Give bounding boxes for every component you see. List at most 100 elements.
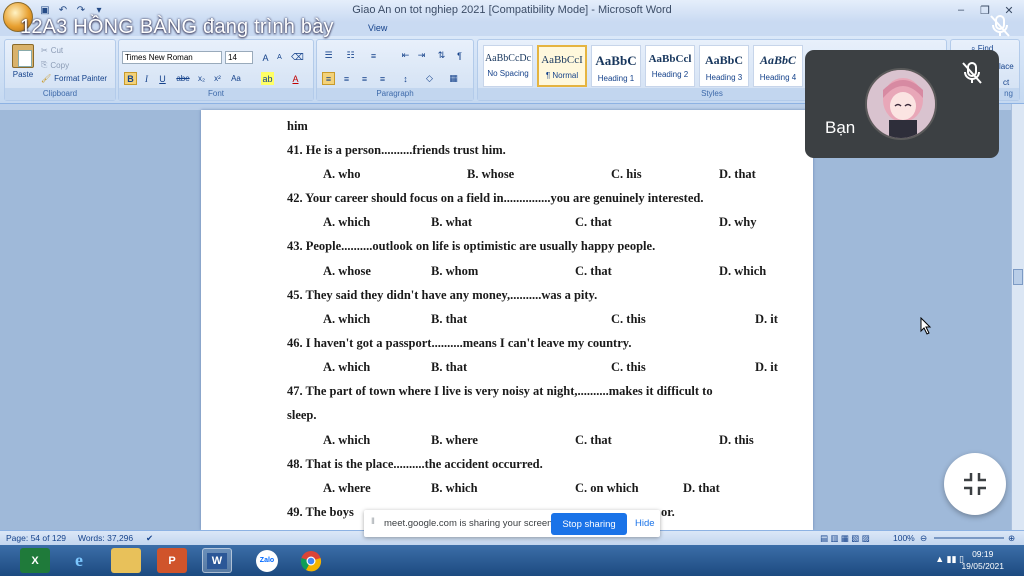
page-count[interactable]: Page: 54 of 129 xyxy=(6,533,66,543)
ie-icon[interactable]: e xyxy=(64,548,94,573)
style-no-spacing[interactable]: AaBbCcDc No Spacing xyxy=(483,45,533,87)
format-painter-button[interactable]: 🖌 Format Painter xyxy=(41,74,107,83)
style-name: Heading 2 xyxy=(651,70,689,79)
question-45: 45. They said they didn't have any money… xyxy=(287,288,598,302)
paste-icon xyxy=(12,44,34,68)
option: D. that xyxy=(683,481,720,495)
replace-button[interactable]: lace xyxy=(999,62,1014,71)
font-size-box[interactable]: 14 xyxy=(225,51,253,64)
option: D. why xyxy=(719,215,757,229)
clear-format-icon[interactable]: ⌫ xyxy=(291,51,304,64)
grow-font-icon[interactable]: A xyxy=(259,51,272,64)
zoom-slider[interactable] xyxy=(934,537,1004,539)
document-page[interactable]: him 41. He is a person..........friends … xyxy=(201,110,813,530)
paragraph-group: ☰ ☷ ≡ ⇤ ⇥ ⇅ ¶ ≡ ≡ ≡ ≡ ↕ ◇ ▦ Paragraph xyxy=(316,39,474,101)
option: A. which xyxy=(323,215,371,229)
style-normal[interactable]: AaBbCcI ¶ Normal xyxy=(537,45,587,87)
collapse-button[interactable] xyxy=(944,453,1006,515)
copy-label: Copy xyxy=(50,60,70,70)
avatar-illustration xyxy=(867,70,935,138)
cut-label: Cut xyxy=(50,46,64,55)
align-left-icon[interactable]: ≡ xyxy=(322,72,335,85)
stop-sharing-button[interactable]: Stop sharing xyxy=(551,513,627,535)
subscript-icon[interactable]: x₂ xyxy=(195,72,208,85)
paste-button[interactable]: Paste xyxy=(9,44,37,84)
strikethrough-icon[interactable]: abe xyxy=(174,72,192,85)
show-marks-icon[interactable]: ¶ xyxy=(453,49,466,62)
format-painter-label: Format Painter xyxy=(54,74,108,83)
align-center-icon[interactable]: ≡ xyxy=(340,72,353,85)
option: B. whose xyxy=(467,167,515,181)
folder-icon[interactable] xyxy=(111,548,141,573)
font-label: Font xyxy=(119,88,313,100)
clock[interactable]: 09:19 19/05/2021 xyxy=(961,548,1004,572)
style-heading-2[interactable]: AaBbCcl Heading 2 xyxy=(645,45,695,87)
system-tray-icons[interactable]: ▲ ▮▮ ▯ xyxy=(935,554,964,565)
powerpoint-icon[interactable]: P xyxy=(157,548,187,573)
font-color-icon[interactable]: A xyxy=(289,72,302,85)
shading-icon[interactable]: ◇ xyxy=(423,72,436,85)
bullets-icon[interactable]: ☰ xyxy=(322,49,335,62)
drag-handle-icon[interactable]: ‖ xyxy=(371,516,375,527)
option: A. which xyxy=(323,312,371,326)
proofing-icon[interactable]: ✔ xyxy=(146,533,153,544)
sort-icon[interactable]: ⇅ xyxy=(435,49,448,62)
minimize-button[interactable]: – xyxy=(950,2,972,18)
italic-icon[interactable]: I xyxy=(140,72,153,85)
numbering-icon[interactable]: ☷ xyxy=(344,49,357,62)
style-heading-1[interactable]: AaBbC Heading 1 xyxy=(591,45,641,87)
scroll-thumb[interactable] xyxy=(1013,269,1023,285)
justify-icon[interactable]: ≡ xyxy=(376,72,389,85)
word-count[interactable]: Words: 37,296 xyxy=(78,533,133,543)
tile-mic-off-icon[interactable] xyxy=(957,58,987,88)
zoom-out-button[interactable]: ⊖ xyxy=(920,533,927,544)
tab-view[interactable]: View xyxy=(368,23,387,33)
increase-indent-icon[interactable]: ⇥ xyxy=(415,49,428,62)
scissors-icon: ✂ xyxy=(41,46,48,55)
date: 19/05/2021 xyxy=(961,561,1004,571)
option: B. whom xyxy=(431,264,479,278)
presenter-overlay-text: 12A3 HỒNG BÀNG đang trình bày xyxy=(20,16,334,38)
style-heading-3[interactable]: AaBbC Heading 3 xyxy=(699,45,749,87)
superscript-icon[interactable]: x² xyxy=(211,72,224,85)
line-spacing-icon[interactable]: ↕ xyxy=(399,72,412,85)
excel-icon[interactable]: X xyxy=(20,548,50,573)
shrink-font-icon[interactable]: A xyxy=(273,51,286,64)
change-case-icon[interactable]: Aa xyxy=(227,72,245,85)
brush-icon: 🖌 xyxy=(41,74,52,83)
zoom-in-button[interactable]: ⊕ xyxy=(1008,533,1015,544)
mic-off-icon[interactable] xyxy=(986,12,1014,40)
cut-button[interactable]: ✂ Cut xyxy=(41,46,63,55)
select-button[interactable]: ct xyxy=(1003,78,1009,87)
copy-button[interactable]: ⎘ Copy xyxy=(41,60,69,70)
paragraph-label: Paragraph xyxy=(317,88,473,100)
style-sample: AaBbC xyxy=(759,53,796,67)
underline-icon[interactable]: U xyxy=(156,72,169,85)
view-buttons[interactable]: ▤ ▥ ▦ ▧ ▨ xyxy=(820,533,870,544)
chrome-icon[interactable] xyxy=(296,548,326,573)
zalo-icon[interactable]: Zalo xyxy=(252,548,282,573)
option: B. that xyxy=(431,360,468,374)
mouse-cursor-icon xyxy=(920,317,932,335)
style-heading-4[interactable]: AaBbC Heading 4 xyxy=(753,45,803,87)
borders-icon[interactable]: ▦ xyxy=(447,72,460,85)
doc-line: sleep. xyxy=(287,408,317,422)
participant-name: Bạn xyxy=(825,118,856,137)
hide-button[interactable]: Hide xyxy=(635,518,655,529)
decrease-indent-icon[interactable]: ⇤ xyxy=(399,49,412,62)
word-icon[interactable]: W xyxy=(202,548,232,573)
font-name-box[interactable]: Times New Roman xyxy=(122,51,222,64)
zoom-level[interactable]: 100% xyxy=(893,533,915,543)
multilevel-list-icon[interactable]: ≡ xyxy=(367,49,380,62)
screen-share-bar: ‖ meet.google.com is sharing your screen… xyxy=(364,510,660,537)
align-right-icon[interactable]: ≡ xyxy=(358,72,371,85)
bold-icon[interactable]: B xyxy=(124,72,137,85)
vertical-scrollbar[interactable] xyxy=(1011,104,1024,530)
option: D. this xyxy=(719,433,754,447)
highlight-icon[interactable]: ab xyxy=(261,72,274,85)
self-view-tile[interactable]: Bạn xyxy=(805,50,999,158)
style-name: Heading 1 xyxy=(597,74,635,83)
option: C. his xyxy=(611,167,642,181)
zalo-label: Zalo xyxy=(256,549,278,572)
question-48: 48. That is the place..........the accid… xyxy=(287,457,543,471)
